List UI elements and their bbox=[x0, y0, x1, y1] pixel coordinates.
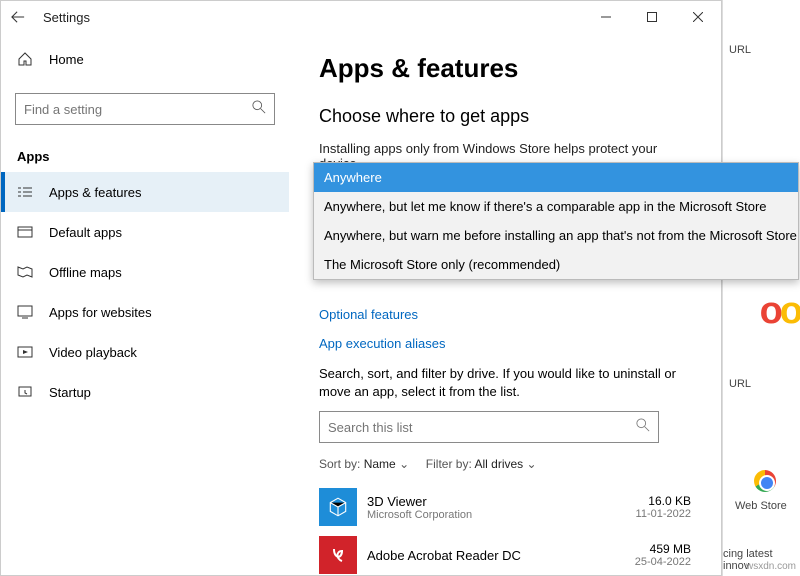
sidebar-item-label: Video playback bbox=[49, 345, 137, 360]
offline-maps-icon bbox=[17, 264, 33, 280]
maximize-button[interactable] bbox=[629, 1, 675, 33]
filter-desc: Search, sort, and filter by drive. If yo… bbox=[319, 365, 691, 401]
apps-websites-icon bbox=[17, 304, 33, 320]
close-button[interactable] bbox=[675, 1, 721, 33]
video-playback-icon bbox=[17, 344, 33, 360]
app-row[interactable]: Adobe Acrobat Reader DC 459 MB 25-04-202… bbox=[319, 531, 691, 575]
search-settings[interactable] bbox=[15, 93, 275, 125]
app-publisher: Microsoft Corporation bbox=[367, 509, 472, 521]
default-apps-icon bbox=[17, 224, 33, 240]
window-title: Settings bbox=[43, 10, 90, 25]
chevron-down-icon: ⌄ bbox=[399, 457, 412, 471]
nav-video-playback[interactable]: Video playback bbox=[1, 332, 289, 372]
back-button[interactable] bbox=[1, 1, 35, 33]
app-icon-3d-viewer bbox=[319, 488, 357, 526]
filter-label: Filter by: bbox=[426, 457, 472, 471]
chrome-icon bbox=[754, 470, 776, 492]
search-app-list[interactable] bbox=[319, 411, 659, 443]
settings-window: Settings Home Apps Apps & features bbox=[0, 0, 722, 576]
dropdown-option[interactable]: Anywhere, but let me know if there's a c… bbox=[314, 192, 798, 221]
sidebar-item-label: Default apps bbox=[49, 225, 122, 240]
nav-home-label: Home bbox=[49, 52, 84, 67]
home-icon bbox=[17, 51, 33, 67]
search-icon bbox=[252, 100, 266, 119]
app-size: 459 MB bbox=[635, 542, 691, 556]
sidebar-item-label: Startup bbox=[49, 385, 91, 400]
dropdown-option[interactable]: Anywhere bbox=[314, 163, 798, 192]
content-pane: Apps & features Choose where to get apps… bbox=[289, 33, 721, 575]
nav-default-apps[interactable]: Default apps bbox=[1, 212, 289, 252]
sidebar-item-label: Offline maps bbox=[49, 265, 122, 280]
search-app-list-input[interactable] bbox=[328, 420, 636, 435]
app-size: 16.0 KB bbox=[636, 494, 691, 508]
app-execution-aliases-link[interactable]: App execution aliases bbox=[319, 336, 691, 351]
apps-features-icon bbox=[17, 184, 33, 200]
close-icon bbox=[693, 12, 703, 22]
url-label: URL bbox=[729, 378, 751, 390]
app-icon-adobe-reader bbox=[319, 536, 357, 574]
filter-value[interactable]: All drives bbox=[474, 457, 523, 471]
section-heading: Choose where to get apps bbox=[319, 106, 691, 127]
search-settings-input[interactable] bbox=[24, 102, 252, 117]
minimize-icon bbox=[601, 12, 611, 22]
nav-offline-maps[interactable]: Offline maps bbox=[1, 252, 289, 292]
partial-right-panel: URL oo URL Web Store cing latest innov bbox=[722, 0, 800, 576]
app-name: Adobe Acrobat Reader DC bbox=[367, 548, 521, 563]
chevron-down-icon: ⌄ bbox=[527, 457, 537, 471]
startup-icon bbox=[17, 384, 33, 400]
page-title: Apps & features bbox=[319, 53, 691, 84]
sort-label: Sort by: bbox=[319, 457, 360, 471]
maximize-icon bbox=[647, 12, 657, 22]
sort-filter-row: Sort by: Name ⌄ Filter by: All drives ⌄ bbox=[319, 457, 691, 471]
sort-value[interactable]: Name bbox=[364, 457, 396, 471]
nav-apps-for-websites[interactable]: Apps for websites bbox=[1, 292, 289, 332]
dropdown-option[interactable]: Anywhere, but warn me before installing … bbox=[314, 221, 798, 250]
partial-google-logo: oo bbox=[760, 290, 800, 333]
dropdown-option[interactable]: The Microsoft Store only (recommended) bbox=[314, 250, 798, 279]
sidebar-section-label: Apps bbox=[1, 125, 289, 172]
watermark: wsxdn.com bbox=[746, 561, 796, 572]
url-label: URL bbox=[729, 44, 751, 56]
sidebar-item-label: Apps & features bbox=[49, 185, 142, 200]
nav-apps-features[interactable]: Apps & features bbox=[1, 172, 289, 212]
web-store-label: Web Store bbox=[735, 500, 787, 512]
app-source-dropdown[interactable]: Anywhere Anywhere, but let me know if th… bbox=[313, 162, 799, 280]
window-controls bbox=[583, 1, 721, 33]
nav-startup[interactable]: Startup bbox=[1, 372, 289, 412]
app-date: 25-04-2022 bbox=[635, 556, 691, 568]
optional-features-link[interactable]: Optional features bbox=[319, 307, 691, 322]
app-date: 11-01-2022 bbox=[636, 508, 691, 520]
minimize-button[interactable] bbox=[583, 1, 629, 33]
nav-home[interactable]: Home bbox=[1, 39, 289, 79]
sidebar: Home Apps Apps & features Default apps O… bbox=[1, 33, 289, 575]
app-name: 3D Viewer bbox=[367, 494, 472, 509]
search-icon bbox=[636, 418, 650, 437]
app-row[interactable]: 3D Viewer Microsoft Corporation 16.0 KB … bbox=[319, 483, 691, 531]
sidebar-item-label: Apps for websites bbox=[49, 305, 152, 320]
arrow-left-icon bbox=[11, 10, 25, 24]
titlebar: Settings bbox=[1, 1, 721, 33]
